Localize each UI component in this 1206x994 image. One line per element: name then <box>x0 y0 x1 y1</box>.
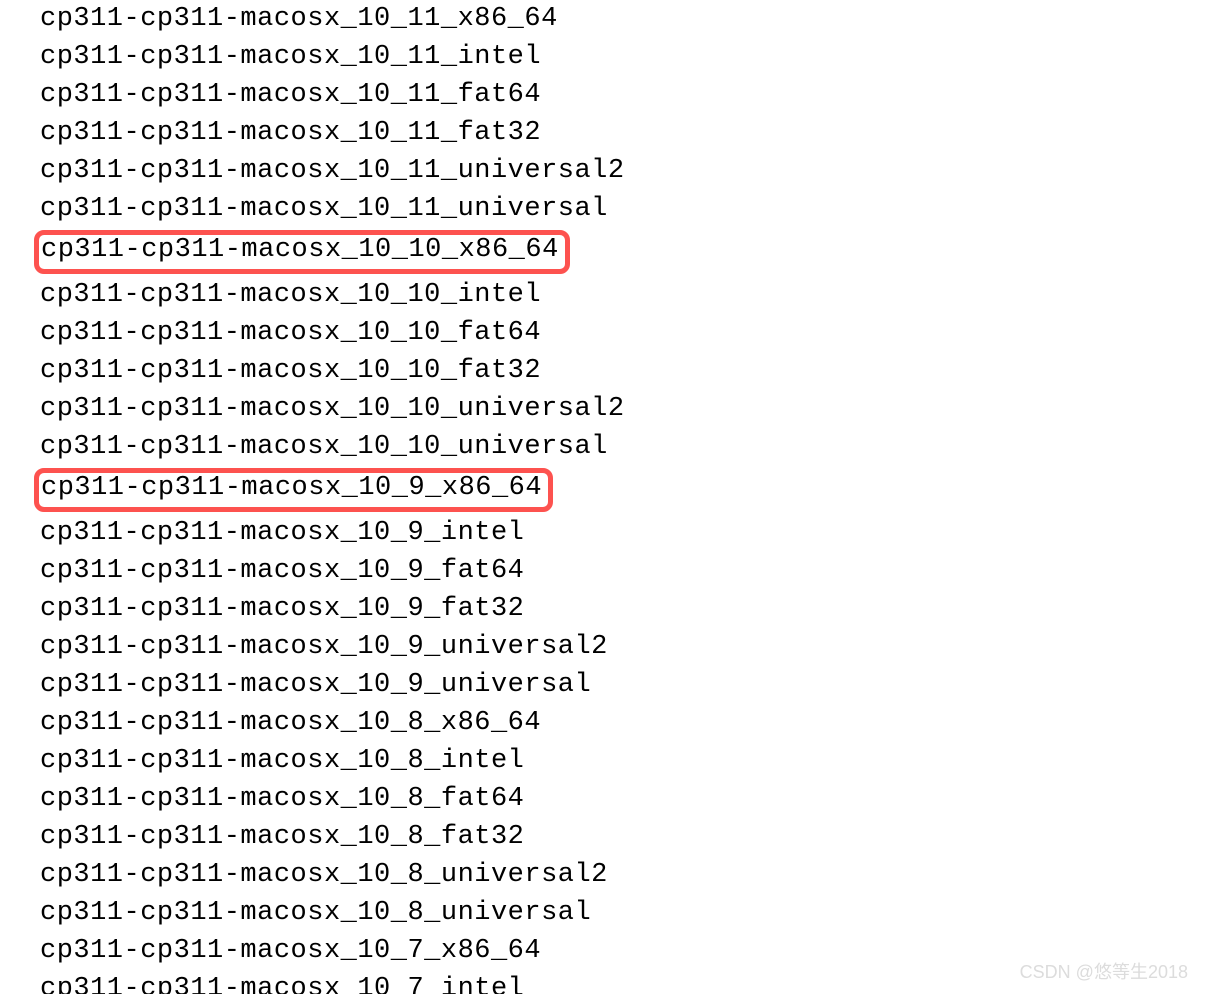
highlighted-line: cp311-cp311-macosx_10_10_x86_64 <box>34 230 570 274</box>
highlighted-line: cp311-cp311-macosx_10_9_x86_64 <box>34 468 553 512</box>
terminal-line: cp311-cp311-macosx_10_8_universal2 <box>40 856 1206 894</box>
terminal-line: cp311-cp311-macosx_10_11_fat32 <box>40 114 1206 152</box>
terminal-line: cp311-cp311-macosx_10_9_fat32 <box>40 590 1206 628</box>
terminal-line: cp311-cp311-macosx_10_10_intel <box>40 276 1206 314</box>
terminal-line: cp311-cp311-macosx_10_11_x86_64 <box>40 0 1206 38</box>
terminal-line: cp311-cp311-macosx_10_10_universal <box>40 428 1206 466</box>
terminal-line: cp311-cp311-macosx_10_8_intel <box>40 742 1206 780</box>
terminal-line: cp311-cp311-macosx_10_8_fat32 <box>40 818 1206 856</box>
terminal-output: cp311-cp311-macosx_10_11_x86_64cp311-cp3… <box>0 0 1206 994</box>
terminal-line: cp311-cp311-macosx_10_9_fat64 <box>40 552 1206 590</box>
terminal-line: cp311-cp311-macosx_10_11_universal <box>40 190 1206 228</box>
terminal-line: cp311-cp311-macosx_10_11_universal2 <box>40 152 1206 190</box>
terminal-line: cp311-cp311-macosx_10_11_intel <box>40 38 1206 76</box>
terminal-line: cp311-cp311-macosx_10_11_fat64 <box>40 76 1206 114</box>
terminal-line: cp311-cp311-macosx_10_10_fat32 <box>40 352 1206 390</box>
terminal-line: cp311-cp311-macosx_10_10_x86_64 <box>41 235 559 265</box>
terminal-line: cp311-cp311-macosx_10_10_universal2 <box>40 390 1206 428</box>
terminal-line: cp311-cp311-macosx_10_8_fat64 <box>40 780 1206 818</box>
terminal-line: cp311-cp311-macosx_10_9_universal2 <box>40 628 1206 666</box>
terminal-line: cp311-cp311-macosx_10_9_intel <box>40 514 1206 552</box>
terminal-line: cp311-cp311-macosx_10_8_universal <box>40 894 1206 932</box>
terminal-line: cp311-cp311-macosx_10_9_x86_64 <box>41 473 542 503</box>
terminal-line: cp311-cp311-macosx_10_9_universal <box>40 666 1206 704</box>
terminal-line: cp311-cp311-macosx_10_10_fat64 <box>40 314 1206 352</box>
terminal-line: cp311-cp311-macosx_10_8_x86_64 <box>40 704 1206 742</box>
watermark-text: CSDN @悠等生2018 <box>1020 958 1188 984</box>
